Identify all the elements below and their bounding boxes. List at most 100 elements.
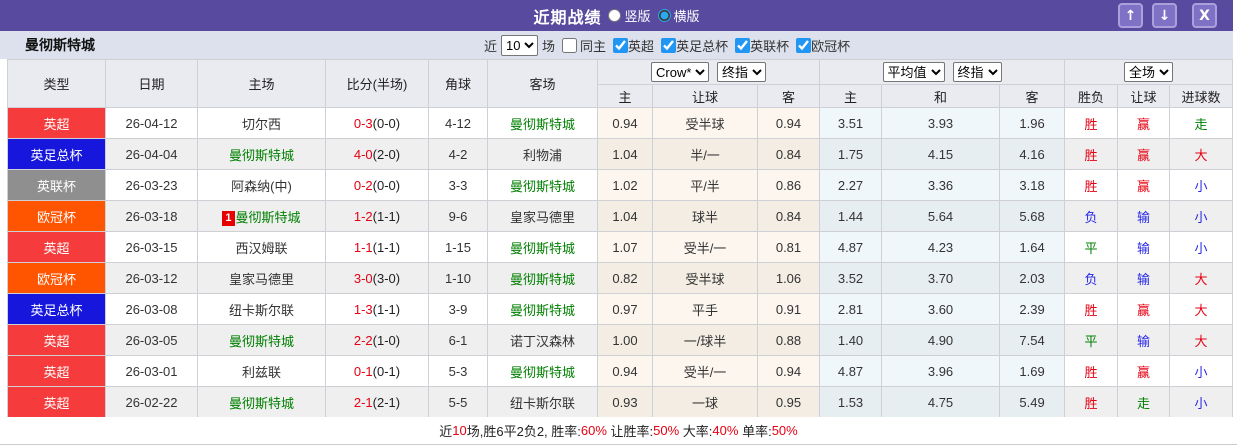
league-checkbox[interactable] xyxy=(796,37,812,53)
corner-count: 9-6 xyxy=(428,200,488,232)
summary-segment: 场,胜6平2负2, 胜率: xyxy=(466,424,581,439)
europe-source-select[interactable]: 平均值 xyxy=(882,62,945,82)
same-home-checkbox[interactable] xyxy=(562,37,578,53)
corner-count: 1-15 xyxy=(428,231,488,263)
ah-result-cell: 输 xyxy=(1117,231,1171,263)
home-team: 切尔西 xyxy=(197,107,326,139)
ah-away-odds: 0.84 xyxy=(756,138,821,170)
match-date: 26-04-12 xyxy=(105,107,198,139)
eu-draw-odds: 5.64 xyxy=(881,200,1001,232)
same-home-filter[interactable]: 同主 xyxy=(555,36,606,55)
corner-count: 5-3 xyxy=(428,355,488,387)
league-type-cell: 英超 xyxy=(7,324,106,356)
score-cell: 2-1(2-1) xyxy=(325,386,429,418)
match-row: 英超 26-02-22 曼彻斯特城 2-1(2-1) 5-5 纽卡斯尔联 0.9… xyxy=(7,386,1234,418)
eu-away-odds: 1.64 xyxy=(999,231,1066,263)
handicap-time-select[interactable]: 终指 xyxy=(717,62,766,82)
near-label: 近 xyxy=(484,38,498,54)
games-label: 场 xyxy=(542,38,556,54)
col-header-result: 胜负 xyxy=(1064,84,1119,108)
ah-away-odds: 0.94 xyxy=(756,107,821,139)
col-header-ah-away: 客 xyxy=(756,84,821,108)
match-row: 英超 26-04-12 切尔西 0-3(0-0) 4-12 曼彻斯特城 0.94… xyxy=(7,107,1234,139)
away-team: 曼彻斯特城 xyxy=(487,231,598,263)
ah-result-cell: 输 xyxy=(1117,200,1171,232)
league-type-cell: 英联杯 xyxy=(7,169,106,201)
ah-line: 一/球半 xyxy=(652,324,758,356)
score-half: (1-1) xyxy=(372,239,401,255)
score-half: (0-0) xyxy=(372,177,401,193)
result-cell: 胜 xyxy=(1064,293,1119,325)
score-cell: 2-2(1-0) xyxy=(325,324,429,356)
league-label: 英足总杯 xyxy=(676,38,729,54)
league-filter[interactable]: 英足总杯 xyxy=(654,36,728,55)
horizontal-layout-radio[interactable] xyxy=(657,9,671,22)
europe-time-select[interactable]: 终指 xyxy=(952,62,1002,82)
score-cell: 4-0(2-0) xyxy=(325,138,429,170)
away-team: 曼彻斯特城 xyxy=(487,293,598,325)
ah-line: 受半球 xyxy=(652,107,758,139)
summary-segment: 40% xyxy=(712,423,739,438)
score-full: 1-3 xyxy=(353,301,373,317)
layout-radio-horizontal[interactable]: 横版 xyxy=(657,6,700,25)
eu-draw-odds: 4.23 xyxy=(881,231,1001,263)
move-up-button[interactable]: ↑ xyxy=(1118,3,1143,28)
league-filter[interactable]: 英超 xyxy=(606,36,654,55)
home-team: 曼彻斯特城 xyxy=(197,386,326,418)
league-type-cell: 英超 xyxy=(7,231,106,263)
league-checkbox[interactable] xyxy=(661,37,677,53)
move-down-button[interactable]: ↓ xyxy=(1152,3,1177,28)
horizontal-layout-label: 横版 xyxy=(673,9,700,24)
ah-away-odds: 0.95 xyxy=(756,386,821,418)
eu-home-odds: 4.87 xyxy=(819,355,883,387)
eu-home-odds: 1.40 xyxy=(819,324,883,356)
scope-select[interactable]: 全场 xyxy=(1124,62,1174,82)
league-filter[interactable]: 欧冠杯 xyxy=(789,36,850,55)
eu-draw-odds: 3.60 xyxy=(881,293,1001,325)
down-arrow-icon: ↓ xyxy=(1158,7,1171,24)
result-cell: 平 xyxy=(1064,231,1119,263)
ah-line: 受半/一 xyxy=(652,355,758,387)
league-checkbox[interactable] xyxy=(735,37,751,53)
result-cell: 平 xyxy=(1064,324,1119,356)
home-team: 纽卡斯尔联 xyxy=(197,293,326,325)
close-button[interactable]: X xyxy=(1192,3,1217,28)
ah-line: 球半 xyxy=(652,200,758,232)
ah-result-cell: 赢 xyxy=(1117,355,1171,387)
ah-away-odds: 0.86 xyxy=(756,169,821,201)
eu-away-odds: 2.03 xyxy=(999,262,1066,294)
col-header-eu-away: 客 xyxy=(999,84,1066,108)
match-count-select[interactable]: 10 xyxy=(501,34,539,56)
match-date: 26-02-22 xyxy=(105,386,198,418)
match-date: 26-03-08 xyxy=(105,293,198,325)
ah-line: 一球 xyxy=(652,386,758,418)
league-type-cell: 英超 xyxy=(7,107,106,139)
score-full: 2-2 xyxy=(353,332,373,348)
bookmaker-select[interactable]: Crow* xyxy=(651,62,709,82)
goals-cell: 大 xyxy=(1169,262,1234,294)
league-filter[interactable]: 英联杯 xyxy=(728,36,789,55)
vertical-layout-radio[interactable] xyxy=(608,9,622,22)
layout-radio-vertical[interactable]: 竖版 xyxy=(608,6,651,25)
league-type-cell: 英足总杯 xyxy=(7,293,106,325)
goals-cell: 小 xyxy=(1169,386,1234,418)
home-team: 阿森纳(中) xyxy=(197,169,326,201)
eu-away-odds: 1.96 xyxy=(999,107,1066,139)
away-team: 利物浦 xyxy=(487,138,598,170)
eu-away-odds: 7.54 xyxy=(999,324,1066,356)
ah-away-odds: 0.94 xyxy=(756,355,821,387)
ah-result-cell: 赢 xyxy=(1117,293,1171,325)
result-cell: 胜 xyxy=(1064,169,1119,201)
ah-result-cell: 走 xyxy=(1117,386,1171,418)
col-header-eu-home: 主 xyxy=(819,84,883,108)
match-row: 英联杯 26-03-23 阿森纳(中) 0-2(0-0) 3-3 曼彻斯特城 1… xyxy=(7,169,1234,201)
result-cell: 胜 xyxy=(1064,386,1119,418)
league-checkbox[interactable] xyxy=(613,37,629,53)
eu-draw-odds: 4.15 xyxy=(881,138,1001,170)
score-full: 2-1 xyxy=(353,394,373,410)
match-row: 英超 26-03-01 利兹联 0-1(0-1) 5-3 曼彻斯特城 0.94 … xyxy=(7,355,1234,387)
eu-away-odds: 1.69 xyxy=(999,355,1066,387)
ah-home-odds: 0.97 xyxy=(597,293,653,325)
goals-cell: 小 xyxy=(1169,231,1234,263)
ah-home-odds: 0.94 xyxy=(597,355,653,387)
